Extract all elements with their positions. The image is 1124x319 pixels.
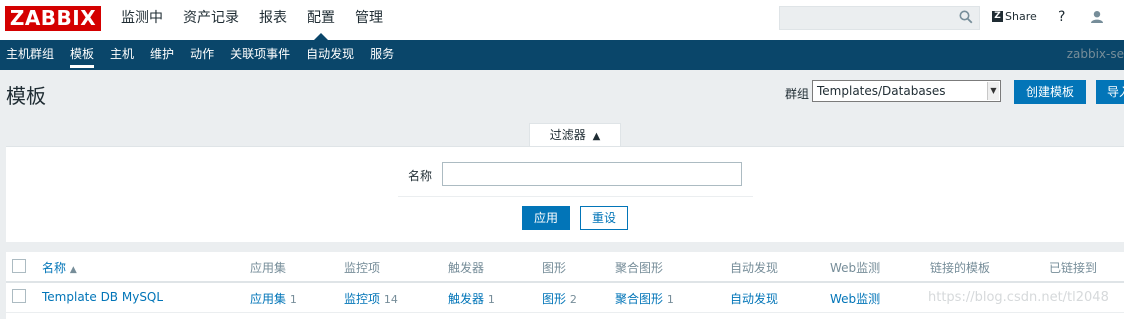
search-icon[interactable] [959,10,973,27]
applications-link[interactable]: 应用集 [250,292,286,306]
menu-inventory[interactable]: 资产记录 [173,0,249,40]
share-label: Share [1005,10,1037,23]
zabbix-logo[interactable]: ZABBIX [5,6,101,31]
main-menu: 监测中 资产记录 报表 配置 管理 [111,0,393,40]
discovery-link[interactable]: 自动发现 [730,292,778,306]
import-button[interactable]: 导入 [1096,80,1124,104]
menu-reports[interactable]: 报表 [249,0,297,40]
menu-monitoring[interactable]: 监测中 [111,0,173,40]
applications-cell[interactable]: 应用集 1 [250,290,297,307]
header-web: Web监测 [830,261,881,275]
submenu-host-groups[interactable]: 主机群组 [0,40,62,70]
top-header: ZABBIX 监测中 资产记录 报表 配置 管理 Z Share ? [0,0,1124,40]
header-name[interactable]: 名称 ▲ [42,259,77,276]
header-screens: 聚合图形 [615,261,664,275]
submenu-actions[interactable]: 动作 [182,40,222,70]
submenu-correlation[interactable]: 关联项事件 [222,40,298,70]
page-title: 模板 [6,84,46,108]
filter-panel: 名称 应用 重设 [6,146,1124,242]
discovery-cell[interactable]: 自动发现 [730,290,778,307]
header-name-label[interactable]: 名称 [42,261,66,275]
header-linked-to: 已链接到 [1049,261,1098,275]
group-select[interactable]: Templates/Databases ▼ [812,80,1001,102]
graphs-cell[interactable]: 图形 2 [542,290,577,307]
user-icon[interactable] [1090,10,1104,27]
dropdown-arrow-icon: ▼ [987,82,999,100]
applications-count: 1 [289,293,297,306]
apply-button[interactable]: 应用 [522,206,570,230]
header-divider [6,281,1124,283]
header-items: 监控项 [344,261,381,275]
server-name: zabbix-se [1066,47,1124,61]
create-template-button[interactable]: 创建模板 [1014,80,1086,104]
items-cell[interactable]: 监控项 14 [344,290,398,307]
header-triggers: 触发器 [448,261,485,275]
submenu-hosts[interactable]: 主机 [102,40,142,70]
items-link[interactable]: 监控项 [344,292,380,306]
caret-up-icon: ▲ [69,265,77,275]
screens-link[interactable]: 聚合图形 [615,292,663,306]
global-search-input[interactable] [779,6,980,30]
submenu-discovery[interactable]: 自动发现 [298,40,362,70]
watermark-text: https://blog.csdn.net/tl2048 [928,290,1109,305]
header-linked-templates: 链接的模板 [930,261,991,275]
triggers-cell[interactable]: 触发器 1 [448,290,495,307]
items-count: 14 [383,293,398,306]
web-cell[interactable]: Web监测 [830,290,880,307]
graphs-link[interactable]: 图形 [542,292,566,306]
menu-administration[interactable]: 管理 [345,0,393,40]
template-name-link[interactable]: Template DB MySQL [42,290,163,304]
group-label: 群组 [785,87,810,101]
template-name[interactable]: Template DB MySQL [42,290,163,304]
triggers-count: 1 [487,293,495,306]
screens-count: 1 [666,293,674,306]
filter-name-label: 名称 [408,169,433,183]
filter-tab[interactable]: 过滤器 ▲ [529,123,621,147]
row-checkbox[interactable] [12,289,26,303]
share-icon: Z [992,11,1003,22]
submenu-services[interactable]: 服务 [362,40,402,70]
submenu-templates[interactable]: 模板 [62,40,102,70]
graphs-count: 2 [569,293,577,306]
row-divider [6,312,1124,313]
screens-cell[interactable]: 聚合图形 1 [615,290,674,307]
sub-menu: 主机群组 模板 主机 维护 动作 关联项事件 自动发现 服务 zabbix-se [0,40,1124,70]
submenu-maintenance[interactable]: 维护 [142,40,182,70]
templates-table: 名称 ▲ 应用集 监控项 触发器 图形 聚合图形 自动发现 Web监测 链接的模… [6,252,1124,319]
filter-divider [398,196,753,197]
group-select-value: Templates/Databases [817,84,946,98]
help-icon[interactable]: ? [1058,9,1065,25]
header-graphs: 图形 [542,261,567,275]
caret-up-icon: ▲ [592,131,601,142]
share-link[interactable]: Z Share [992,10,1037,23]
reset-button[interactable]: 重设 [580,206,628,230]
header-applications: 应用集 [250,261,287,275]
filter-name-input[interactable] [442,162,742,186]
select-all-checkbox[interactable] [12,259,26,273]
triggers-link[interactable]: 触发器 [448,292,484,306]
web-link[interactable]: Web监测 [830,292,880,306]
header-discovery: 自动发现 [730,261,779,275]
menu-configuration[interactable]: 配置 [297,0,345,40]
filter-tab-label: 过滤器 [549,128,586,142]
